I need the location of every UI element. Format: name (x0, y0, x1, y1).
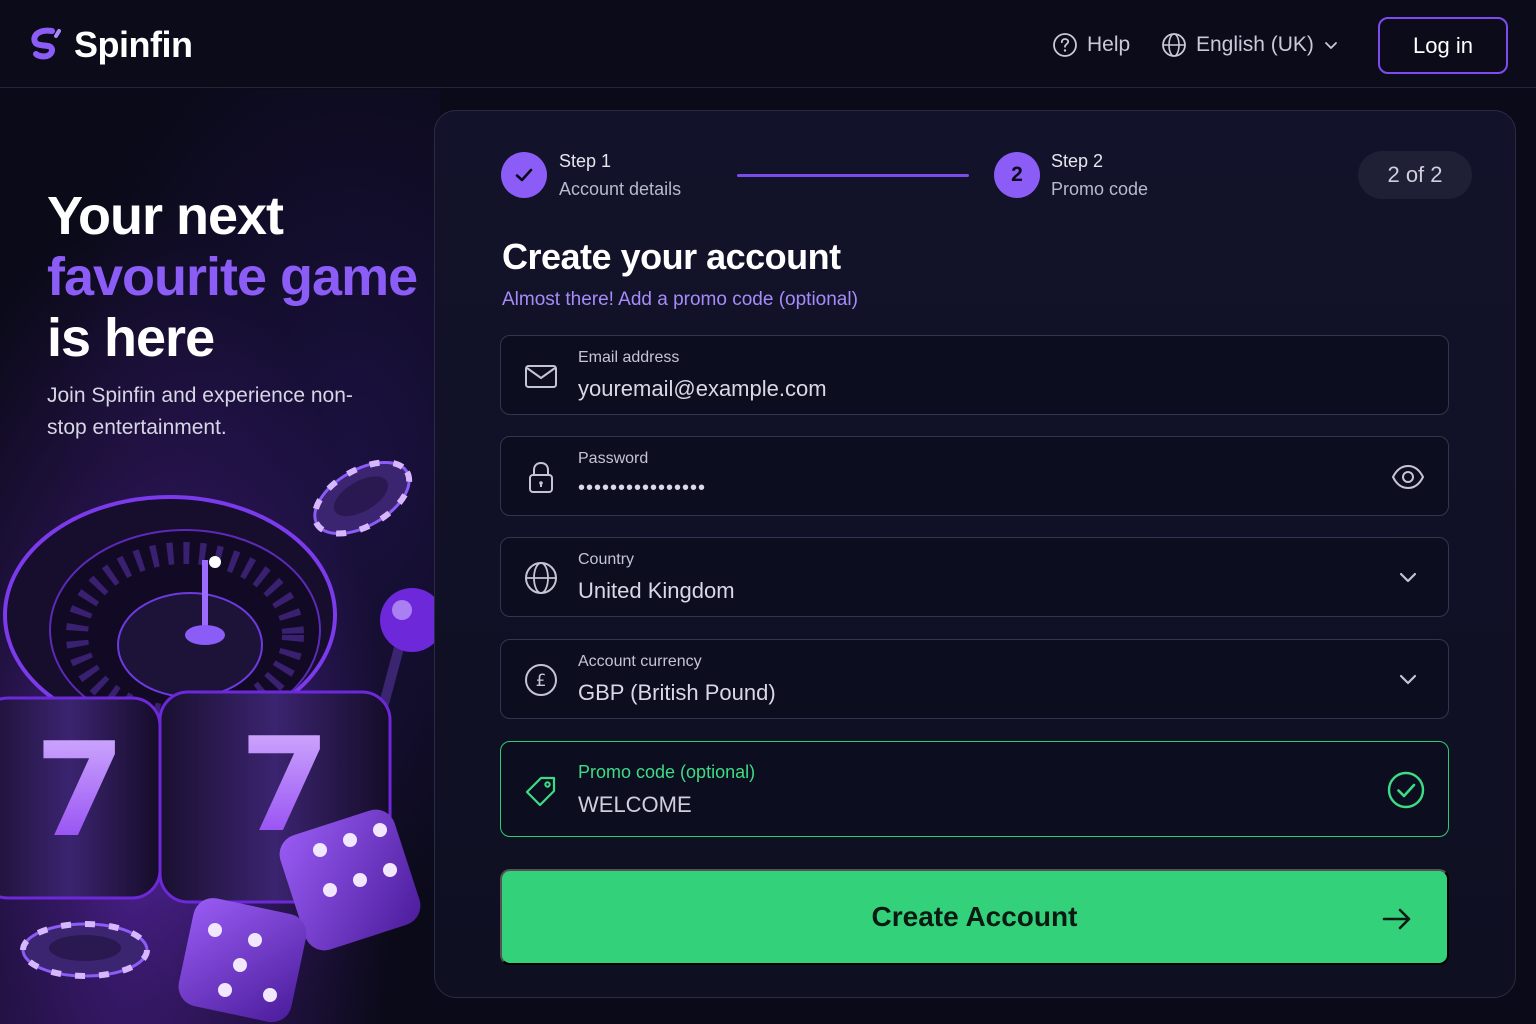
globe-icon (525, 562, 557, 594)
help-label: Help (1087, 33, 1131, 56)
top-header: Spinfin Help English (UK) Log in (0, 0, 1536, 88)
svg-text:7: 7 (35, 714, 125, 866)
hero-subtitle: Join Spinfin and experience non-stop ent… (47, 384, 353, 439)
step-1-indicator (501, 152, 547, 198)
globe-icon (1162, 33, 1186, 57)
country-select[interactable]: Country United Kingdom (500, 537, 1449, 617)
envelope-icon (525, 365, 557, 388)
brand-logo[interactable]: Spinfin (26, 24, 193, 66)
check-icon (515, 168, 533, 182)
hero-title-line-3: is here (47, 308, 215, 368)
promo-code-value[interactable]: WELCOME (578, 792, 692, 818)
country-label: Country (578, 551, 635, 568)
form-subtitle: Almost there! Add a promo code (optional… (502, 289, 858, 310)
password-label: Password (578, 450, 649, 467)
tag-icon (525, 776, 556, 807)
promo-code-label: Promo code (optional) (578, 762, 756, 782)
lock-icon (529, 461, 553, 493)
password-field[interactable]: Password •••••••••••••••• (500, 436, 1449, 516)
email-field[interactable]: Email address youremail@example.com (500, 335, 1449, 415)
casino-chip-icon (20, 921, 150, 979)
currency-label: Account currency (578, 653, 702, 670)
casino-illustration: 7 7 (0, 440, 450, 1024)
svg-text:£: £ (536, 671, 547, 691)
form-title: Create your account (502, 236, 841, 277)
hero-title-line-1: Your next (47, 186, 284, 246)
help-link[interactable]: Help (1052, 32, 1130, 58)
currency-value: GBP (British Pound) (578, 680, 776, 705)
stepper-progress-line (737, 174, 969, 177)
arrow-right-icon (1382, 908, 1411, 930)
spinfin-logo-icon (31, 27, 61, 60)
currency-select[interactable]: £ Account currency GBP (British Pound) (500, 639, 1449, 719)
brand-name: Spinfin (74, 24, 193, 65)
pound-icon: £ (525, 664, 557, 696)
hero-title: Your next favourite game is here (47, 186, 418, 369)
language-selector[interactable]: English (UK) (1161, 32, 1339, 58)
step-2-indicator: 2 (994, 152, 1040, 198)
chevron-down-icon[interactable] (1390, 662, 1426, 698)
password-value[interactable]: •••••••••••••••• (578, 477, 706, 500)
eye-icon[interactable] (1390, 459, 1426, 495)
chevron-down-icon (1324, 42, 1337, 49)
step-progress-badge: 2 of 2 (1358, 151, 1472, 199)
check-circle-icon (1387, 771, 1425, 809)
chevron-down-icon[interactable] (1390, 560, 1426, 596)
create-account-label: Create Account (871, 901, 1078, 932)
login-button[interactable]: Log in (1378, 17, 1508, 74)
create-account-button[interactable]: Create Account (500, 869, 1449, 965)
promo-code-field[interactable]: Promo code (optional) WELCOME (500, 741, 1449, 837)
step-1-title: Step 1 (559, 151, 612, 171)
step-2-description: Promo code (1051, 179, 1149, 199)
country-value: United Kingdom (578, 578, 735, 603)
email-value[interactable]: youremail@example.com (578, 376, 827, 402)
hero-title-line-2: favourite game (47, 247, 418, 307)
email-label: Email address (578, 349, 680, 366)
help-circle-icon (1053, 33, 1077, 57)
language-label: English (UK) (1196, 33, 1314, 56)
step-1-description: Account details (559, 179, 682, 199)
step-2-title: Step 2 (1051, 151, 1104, 171)
